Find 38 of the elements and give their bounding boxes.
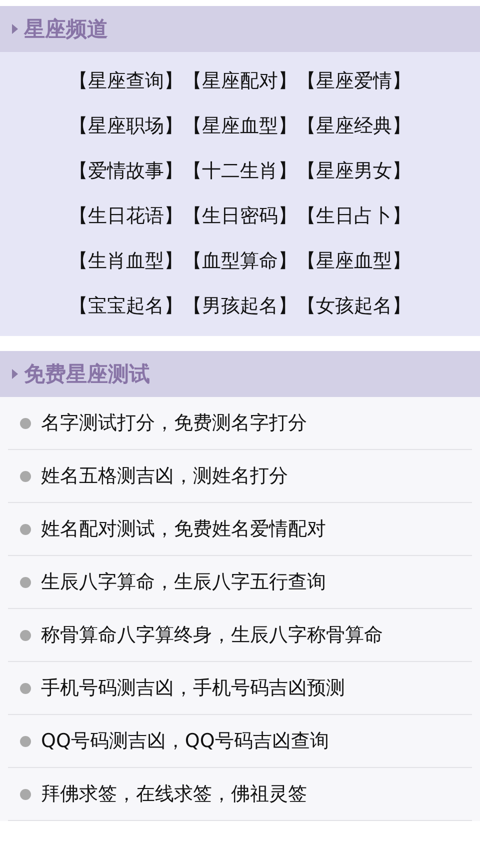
category-link[interactable]: 【星座配对】 bbox=[183, 69, 297, 93]
test-link[interactable]: 姓名配对测试，免费姓名爱情配对 bbox=[41, 516, 326, 542]
triangle-icon bbox=[12, 369, 18, 379]
category-link[interactable]: 【宝宝起名】 bbox=[69, 294, 183, 318]
category-link[interactable]: 【星座爱情】 bbox=[297, 69, 411, 93]
category-link[interactable]: 【星座查询】 bbox=[69, 69, 183, 93]
bullet-icon bbox=[20, 630, 31, 640]
category-link[interactable]: 【星座血型】 bbox=[297, 249, 411, 273]
category-link[interactable]: 【生日密码】 bbox=[183, 204, 297, 228]
test-link[interactable]: 生辰八字算命，生辰八字五行查询 bbox=[41, 569, 326, 595]
bullet-icon bbox=[20, 788, 31, 800]
bullet-icon bbox=[20, 418, 31, 428]
test-link[interactable]: 拜佛求签，在线求签，佛祖灵签 bbox=[41, 781, 307, 807]
category-link[interactable]: 【星座男女】 bbox=[297, 159, 411, 183]
category-link[interactable]: 【十二生肖】 bbox=[183, 159, 297, 183]
bullet-icon bbox=[20, 682, 31, 694]
category-link[interactable]: 【血型算命】 bbox=[183, 249, 297, 273]
category-link[interactable]: 【生日占卜】 bbox=[297, 204, 411, 228]
bullet-icon bbox=[20, 736, 31, 746]
section-title: 星座频道 bbox=[24, 16, 108, 43]
bullet-icon bbox=[20, 470, 31, 482]
test-link[interactable]: 手机号码测吉凶，手机号码吉凶预测 bbox=[41, 675, 345, 701]
test-link[interactable]: 称骨算命八字算终身，生辰八字称骨算命 bbox=[41, 622, 383, 648]
category-link[interactable]: 【生肖血型】 bbox=[69, 249, 183, 273]
category-link[interactable]: 【女孩起名】 bbox=[297, 294, 411, 318]
category-link[interactable]: 【星座职场】 bbox=[69, 114, 183, 138]
bullet-icon bbox=[20, 576, 31, 588]
category-link[interactable]: 【生日花语】 bbox=[69, 204, 183, 228]
category-link[interactable]: 【男孩起名】 bbox=[183, 294, 297, 318]
bullet-icon bbox=[20, 524, 31, 534]
category-link[interactable]: 【星座血型】 bbox=[183, 114, 297, 138]
test-link[interactable]: QQ号码测吉凶，QQ号码吉凶查询 bbox=[41, 728, 329, 754]
section-title: 免费星座测试 bbox=[24, 361, 150, 388]
test-link[interactable]: 名字测试打分，免费测名字打分 bbox=[41, 410, 307, 436]
category-link[interactable]: 【星座经典】 bbox=[297, 114, 411, 138]
test-link[interactable]: 姓名五格测吉凶，测姓名打分 bbox=[41, 463, 288, 489]
triangle-icon bbox=[12, 24, 18, 34]
category-link[interactable]: 【爱情故事】 bbox=[69, 159, 183, 183]
